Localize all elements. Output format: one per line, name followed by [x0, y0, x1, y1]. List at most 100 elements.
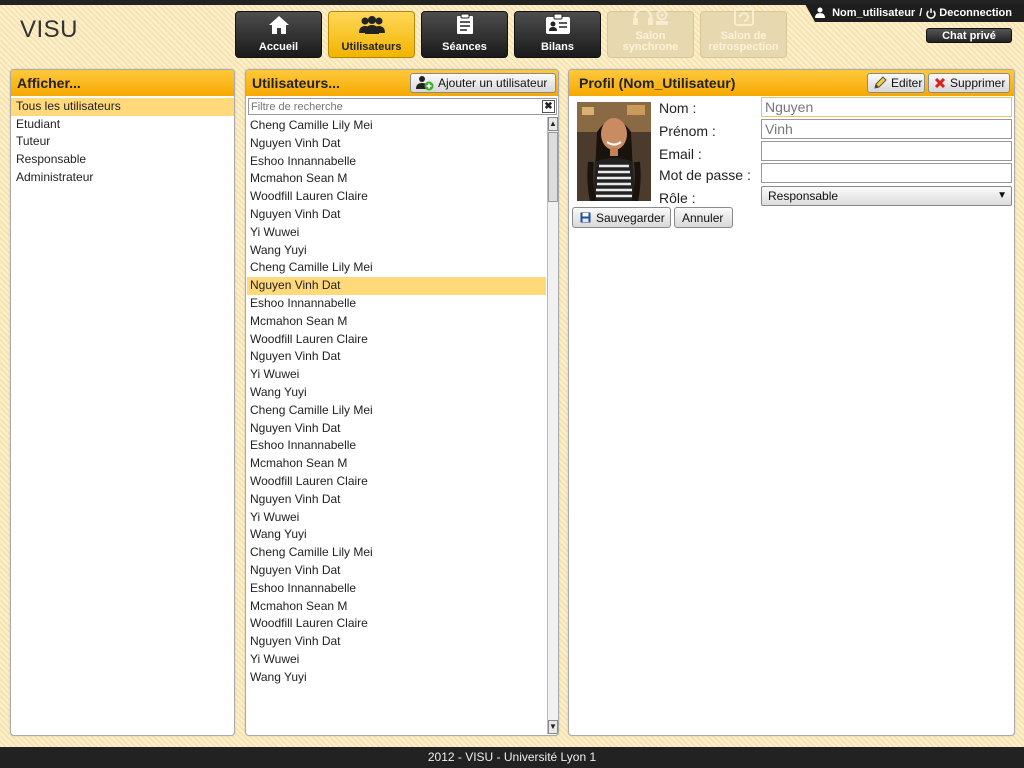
- filter-item-tutor[interactable]: Tuteur: [11, 133, 234, 151]
- nav-label: Séances: [442, 41, 487, 53]
- user-list-item[interactable]: Yi Wuwei: [247, 509, 546, 527]
- clipboard-icon: [454, 13, 476, 38]
- user-list-scrollbar[interactable]: ▲ ▼: [547, 117, 558, 734]
- user-list-item[interactable]: Nguyen Vinh Dat: [247, 348, 546, 366]
- email-field[interactable]: [761, 141, 1012, 161]
- search-box: ✖: [248, 98, 557, 115]
- user-list-item[interactable]: Nguyen Vinh Dat: [247, 562, 546, 580]
- user-list-item[interactable]: Wang Yuyi: [247, 669, 546, 687]
- username-link[interactable]: Nom_utilisateur: [832, 7, 915, 19]
- add-user-label: Ajouter un utilisateur: [438, 76, 548, 90]
- password-field[interactable]: [761, 163, 1012, 183]
- scroll-up-button[interactable]: ▲: [548, 117, 558, 131]
- edit-button[interactable]: Editer: [867, 73, 925, 93]
- home-icon: [268, 15, 290, 38]
- nav-label: Bilans: [540, 41, 574, 53]
- nav-label-line2: retrospection: [708, 41, 779, 53]
- edit-label: Editer: [891, 76, 923, 90]
- user-list-item[interactable]: Yi Wuwei: [247, 651, 546, 669]
- dropdown-arrow-icon: ▼: [997, 190, 1007, 201]
- nav-label: Accueil: [258, 41, 299, 53]
- floppy-disk-icon: [580, 212, 591, 223]
- refresh-icon: [733, 8, 755, 29]
- delete-icon: [934, 77, 946, 89]
- delete-button[interactable]: Supprimer: [928, 73, 1010, 93]
- nav-retro-room-button[interactable]: Salon de retrospection: [700, 8, 787, 58]
- user-list-item[interactable]: Woodfill Lauren Claire: [247, 473, 546, 491]
- user-list-item[interactable]: Cheng Camille Lily Mei: [247, 402, 546, 420]
- user-list-item[interactable]: Nguyen Vinh Dat: [247, 135, 546, 153]
- cancel-label: Annuler: [682, 210, 724, 225]
- user-list-item[interactable]: Eshoo Innannabelle: [247, 295, 546, 313]
- scroll-down-button[interactable]: ▼: [548, 720, 558, 734]
- main-nav: Accueil Utilisateurs Séances Bilans Salo…: [235, 7, 787, 58]
- search-input[interactable]: [249, 100, 539, 113]
- filter-item-all[interactable]: Tous les utilisateurs: [11, 98, 234, 116]
- filter-panel-title: Afficher...: [11, 70, 234, 96]
- user-list-item[interactable]: Woodfill Lauren Claire: [247, 331, 546, 349]
- user-list-item[interactable]: Nguyen Vinh Dat: [247, 420, 546, 438]
- private-chat-button[interactable]: Chat privé: [926, 28, 1012, 43]
- profile-photo: [577, 102, 651, 201]
- user-menu: Nom_utilisateur / Deconnection: [805, 4, 1024, 22]
- add-user-button[interactable]: Ajouter un utilisateur: [410, 73, 556, 93]
- user-menu-separator: /: [919, 7, 923, 19]
- nav-label: Utilisateurs: [341, 41, 402, 53]
- save-button[interactable]: Sauvegarder: [572, 207, 671, 228]
- user-list-item[interactable]: Nguyen Vinh Dat: [247, 633, 546, 651]
- user-list-item[interactable]: Cheng Camille Lily Mei: [247, 544, 546, 562]
- lastname-field[interactable]: [761, 97, 1012, 117]
- nav-home-button[interactable]: Accueil: [235, 11, 322, 58]
- add-user-icon: [416, 75, 434, 91]
- users-panel: Utilisateurs... Ajouter un utilisateur ✖…: [245, 69, 559, 736]
- cancel-button[interactable]: Annuler: [674, 207, 733, 228]
- footer: 2012 - VISU - Université Lyon 1: [0, 747, 1024, 768]
- role-selected-value: Responsable: [768, 189, 839, 203]
- filter-item-admin[interactable]: Administrateur: [11, 169, 234, 187]
- user-list-item[interactable]: Cheng Camille Lily Mei: [247, 117, 546, 135]
- user-list-item[interactable]: Eshoo Innannabelle: [247, 153, 546, 171]
- nav-label-line2: synchrone: [622, 41, 679, 53]
- pencil-icon: [873, 76, 887, 90]
- clear-search-button[interactable]: ✖: [542, 100, 555, 113]
- user-list-item[interactable]: Eshoo Innannabelle: [247, 580, 546, 598]
- scroll-thumb[interactable]: [548, 132, 558, 202]
- user-icon: [815, 7, 827, 19]
- user-list-item[interactable]: Wang Yuyi: [247, 384, 546, 402]
- profile-panel-title: Profil (Nom_Utilisateur): [579, 75, 736, 91]
- profile-panel: Profil (Nom_Utilisateur) Editer Supprime…: [568, 69, 1015, 736]
- user-list-item[interactable]: Yi Wuwei: [247, 366, 546, 384]
- user-list-item[interactable]: Woodfill Lauren Claire: [247, 188, 546, 206]
- nav-sync-room-button[interactable]: Salon synchrone: [607, 7, 694, 58]
- label-firstname: Prénom :: [659, 123, 716, 139]
- firstname-field[interactable]: [761, 119, 1012, 139]
- user-list-item[interactable]: Nguyen Vinh Dat: [247, 206, 546, 224]
- filter-item-student[interactable]: Etudiant: [11, 116, 234, 134]
- user-list-item[interactable]: Wang Yuyi: [247, 242, 546, 260]
- role-filter-list: Tous les utilisateurs Etudiant Tuteur Re…: [11, 96, 234, 186]
- user-list-item[interactable]: Cheng Camille Lily Mei: [247, 259, 546, 277]
- user-list-item[interactable]: Mcmahon Sean M: [247, 170, 546, 188]
- save-label: Sauvegarder: [596, 210, 665, 225]
- user-list: Cheng Camille Lily Mei Nguyen Vinh Dat Esh…: [247, 117, 546, 734]
- app-title: VISU: [20, 16, 79, 43]
- user-list-item[interactable]: Mcmahon Sean M: [247, 598, 546, 616]
- nav-reports-button[interactable]: Bilans: [514, 11, 601, 58]
- power-icon: [926, 8, 936, 19]
- user-list-item[interactable]: Wang Yuyi: [247, 526, 546, 544]
- id-card-icon: [545, 13, 571, 38]
- user-list-item[interactable]: Mcmahon Sean M: [247, 313, 546, 331]
- filter-item-manager[interactable]: Responsable: [11, 151, 234, 169]
- user-list-item[interactable]: Yi Wuwei: [247, 224, 546, 242]
- user-list-item[interactable]: Mcmahon Sean M: [247, 455, 546, 473]
- user-list-item[interactable]: Nguyen Vinh Dat: [247, 277, 546, 295]
- logout-link[interactable]: Deconnection: [939, 7, 1012, 19]
- user-list-item[interactable]: Nguyen Vinh Dat: [247, 491, 546, 509]
- nav-sessions-button[interactable]: Séances: [421, 11, 508, 58]
- label-role: Rôle :: [659, 190, 696, 206]
- role-select[interactable]: Responsable ▼: [761, 186, 1012, 206]
- nav-users-button[interactable]: Utilisateurs: [328, 11, 415, 58]
- profile-panel-header: Profil (Nom_Utilisateur) Editer Supprime…: [569, 70, 1014, 96]
- user-list-item[interactable]: Eshoo Innannabelle: [247, 437, 546, 455]
- user-list-item[interactable]: Woodfill Lauren Claire: [247, 615, 546, 633]
